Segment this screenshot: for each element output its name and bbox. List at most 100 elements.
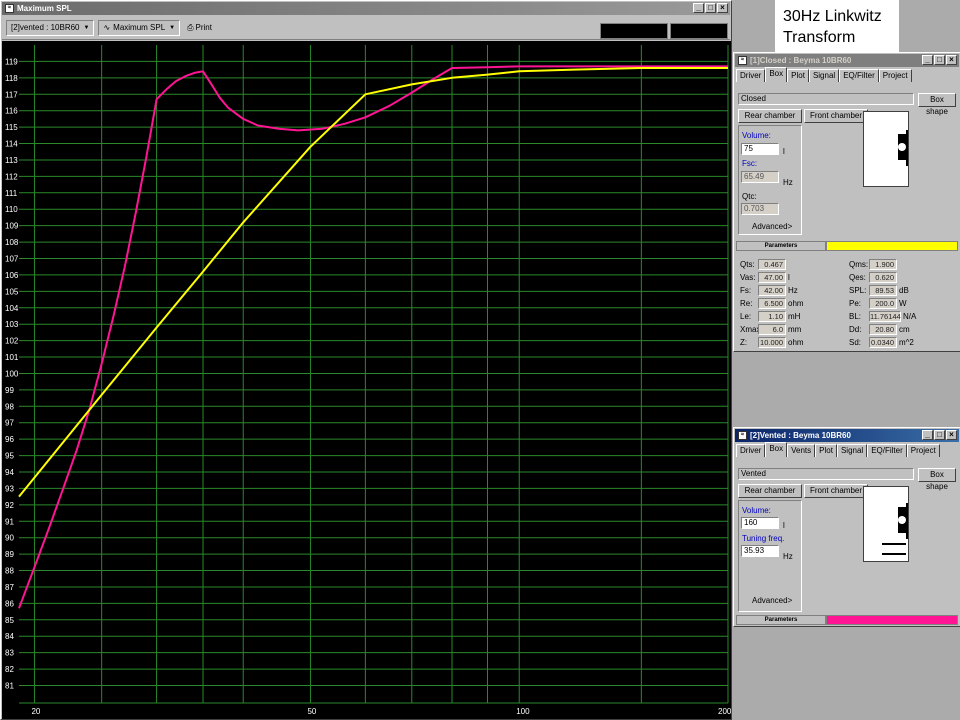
tab-eq-filter[interactable]: EQ/Filter bbox=[839, 69, 879, 82]
readout-box-1 bbox=[600, 23, 668, 39]
front-chamber-button[interactable]: Front chamber bbox=[804, 109, 868, 123]
param-fs-unit: Hz bbox=[788, 286, 798, 295]
tab-driver[interactable]: Driver bbox=[736, 444, 766, 457]
y-tick-label: 113 bbox=[5, 156, 18, 165]
tab-box[interactable]: Box bbox=[765, 442, 788, 457]
fsc-unit: Hz bbox=[783, 178, 793, 187]
front-chamber-button[interactable]: Front chamber bbox=[804, 484, 868, 498]
annotation-box: 30Hz Linkwitz Transform bbox=[775, 0, 899, 54]
box-type-field: Closed bbox=[738, 93, 914, 105]
param-re-label: Re: bbox=[740, 299, 753, 308]
y-tick-label: 117 bbox=[5, 90, 18, 99]
y-tick-label: 99 bbox=[5, 386, 14, 395]
y-tick-label: 116 bbox=[5, 107, 18, 116]
y-tick-label: 119 bbox=[5, 57, 18, 66]
param-xmax-unit: mm bbox=[788, 325, 802, 334]
close-button[interactable]: × bbox=[946, 55, 957, 65]
param-z-value: 10.000 bbox=[758, 337, 786, 348]
vented-tabs: Driver Box Vents Plot Signal EQ/Filter Project bbox=[736, 442, 958, 458]
close-button[interactable]: × bbox=[717, 3, 728, 13]
y-tick-label: 95 bbox=[5, 452, 14, 461]
tab-box[interactable]: Box bbox=[765, 67, 788, 82]
advanced-button[interactable]: Advanced> bbox=[752, 222, 792, 231]
tab-signal[interactable]: Signal bbox=[836, 444, 868, 457]
param-pe-unit: W bbox=[899, 299, 907, 308]
printer-icon: ⎙ bbox=[187, 22, 194, 32]
box-shape-button[interactable]: Box shape bbox=[918, 468, 956, 491]
minimize-button[interactable]: _ bbox=[922, 55, 933, 65]
spl-chart[interactable]: 81 82 83 84 85 86 87 88 89 90 91 92 93 94 95 96 97 98 99 10… bbox=[2, 41, 731, 719]
desktop: ≈ Maximum SPL _ □ × [2]vented : 10BR60 ▼… bbox=[0, 0, 960, 720]
param-z-unit: ohm bbox=[788, 338, 804, 347]
tab-driver[interactable]: Driver bbox=[736, 69, 766, 82]
qtc-field: 0.703 bbox=[741, 203, 779, 215]
box-shape-button[interactable]: Box shape bbox=[918, 93, 956, 116]
tab-plot[interactable]: Plot bbox=[815, 444, 837, 457]
y-tick-label: 97 bbox=[5, 419, 14, 428]
volume-input[interactable]: 75 bbox=[741, 143, 779, 155]
app-icon: ≈ bbox=[738, 431, 747, 440]
rear-chamber-button[interactable]: Rear chamber bbox=[738, 109, 802, 123]
y-tick-label: 85 bbox=[5, 616, 14, 625]
app-icon: ≈ bbox=[5, 4, 14, 13]
print-button[interactable]: ⎙ Print bbox=[184, 20, 215, 36]
maximize-button[interactable]: □ bbox=[934, 430, 945, 440]
y-tick-label: 94 bbox=[5, 468, 14, 477]
param-qts-value: 0.467 bbox=[758, 259, 786, 270]
app-icon: ≈ bbox=[738, 56, 747, 65]
param-spl-value: 89.53 bbox=[869, 285, 897, 296]
y-tick-label: 98 bbox=[5, 402, 14, 411]
annotation-line1: 30Hz Linkwitz bbox=[783, 8, 882, 25]
wave-icon: ∿ bbox=[103, 23, 111, 32]
y-tick-label: 83 bbox=[5, 649, 14, 658]
y-tick-label: 87 bbox=[5, 583, 14, 592]
volume-unit: l bbox=[783, 521, 785, 530]
spl-plot-area[interactable]: 81 82 83 84 85 86 87 88 89 90 91 92 93 94 95 96 97 98 99 10… bbox=[2, 41, 731, 719]
param-qes-value: 0.620 bbox=[869, 272, 897, 283]
maximize-button[interactable]: □ bbox=[705, 3, 716, 13]
tab-vents[interactable]: Vents bbox=[787, 444, 816, 457]
tab-project[interactable]: Project bbox=[906, 444, 940, 457]
tab-signal[interactable]: Signal bbox=[808, 69, 840, 82]
tuning-input[interactable]: 35.93 bbox=[741, 545, 779, 557]
x-tick-label: 200 bbox=[718, 707, 731, 716]
x-tick-label: 100 bbox=[516, 707, 530, 716]
closed-title: [1]Closed : Beyma 10BR60 bbox=[750, 56, 852, 65]
y-tick-label: 106 bbox=[5, 271, 19, 280]
volume-input[interactable]: 160 bbox=[741, 517, 779, 529]
param-qes-label: Qes: bbox=[849, 273, 866, 282]
y-tick-label: 105 bbox=[5, 287, 19, 296]
vented-titlebar[interactable]: ≈ [2]Vented : Beyma 10BR60 _ □ × bbox=[735, 429, 959, 442]
param-re-unit: ohm bbox=[788, 299, 804, 308]
tab-project[interactable]: Project bbox=[878, 69, 912, 82]
y-tick-label: 90 bbox=[5, 534, 14, 543]
close-button[interactable]: × bbox=[946, 430, 957, 440]
param-fs-value: 42.00 bbox=[758, 285, 786, 296]
y-tick-label: 118 bbox=[5, 74, 18, 83]
y-tick-label: 81 bbox=[5, 682, 14, 691]
mode-select[interactable]: ∿ Maximum SPL ▼ bbox=[98, 19, 181, 36]
advanced-button[interactable]: Advanced> bbox=[752, 596, 792, 605]
minimize-button[interactable]: _ bbox=[693, 3, 704, 13]
maximize-button[interactable]: □ bbox=[934, 55, 945, 65]
max-spl-window: ≈ Maximum SPL _ □ × [2]vented : 10BR60 ▼… bbox=[0, 0, 732, 720]
parameters-label: Parameters bbox=[736, 615, 826, 625]
rear-chamber-button[interactable]: Rear chamber bbox=[738, 484, 802, 498]
closed-titlebar[interactable]: ≈ [1]Closed : Beyma 10BR60 _ □ × bbox=[735, 54, 959, 67]
tab-eq-filter[interactable]: EQ/Filter bbox=[867, 444, 907, 457]
param-dd-label: Dd: bbox=[849, 325, 862, 334]
param-vas-value: 47.00 bbox=[758, 272, 786, 283]
volume-unit: l bbox=[783, 147, 785, 156]
tuning-label: Tuning freq. bbox=[742, 534, 785, 543]
param-vas-label: Vas: bbox=[740, 273, 756, 282]
y-tick-label: 114 bbox=[5, 140, 18, 149]
param-spl-unit: dB bbox=[899, 286, 909, 295]
minimize-button[interactable]: _ bbox=[922, 430, 933, 440]
spl-titlebar[interactable]: ≈ Maximum SPL _ □ × bbox=[2, 2, 730, 15]
param-dd-unit: cm bbox=[899, 325, 910, 334]
closed-box-window: ≈ [1]Closed : Beyma 10BR60 _ □ × Driver B… bbox=[733, 52, 960, 352]
spl-title: Maximum SPL bbox=[17, 4, 72, 13]
y-tick-label: 111 bbox=[5, 189, 18, 198]
tab-plot[interactable]: Plot bbox=[787, 69, 809, 82]
driver-select[interactable]: [2]vented : 10BR60 ▼ bbox=[6, 19, 95, 36]
